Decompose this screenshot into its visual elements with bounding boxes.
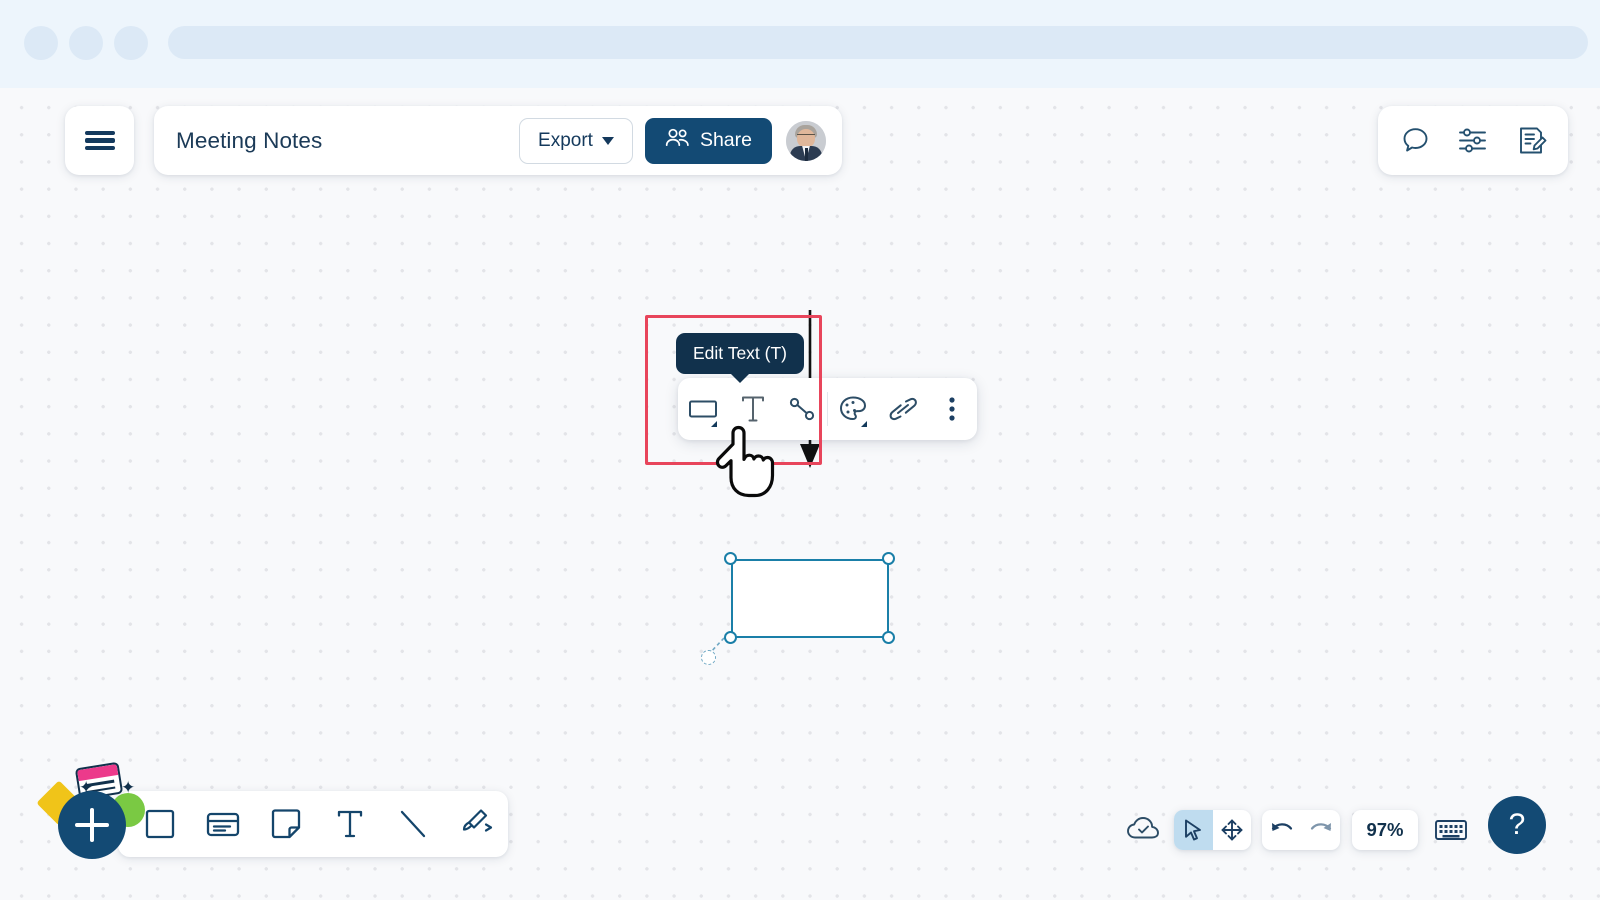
right-tool-panel xyxy=(1378,106,1568,175)
redo-icon[interactable] xyxy=(1301,810,1340,850)
create-toolbar xyxy=(118,791,508,857)
app-root: Meeting Notes Export Share Edit Text (T)… xyxy=(0,0,1600,900)
selected-rectangle[interactable] xyxy=(731,559,889,638)
pointer-mode-group xyxy=(1174,810,1251,850)
tooltip: Edit Text (T) xyxy=(676,333,805,374)
share-label: Share xyxy=(699,129,752,151)
sliders-icon[interactable] xyxy=(1453,121,1493,161)
palette-dropdown-caret-icon xyxy=(860,421,867,427)
shape-icon[interactable] xyxy=(678,378,728,440)
sticky-note-tool-icon[interactable] xyxy=(255,791,318,857)
cloud-saved-icon[interactable] xyxy=(1122,808,1164,850)
export-label: Export xyxy=(538,129,593,151)
pan-move-icon[interactable] xyxy=(1213,810,1252,850)
zoom-level[interactable]: 97% xyxy=(1352,810,1418,850)
comment-icon[interactable] xyxy=(1395,121,1435,161)
hamburger-menu-icon xyxy=(84,127,115,153)
people-icon xyxy=(665,128,690,153)
resize-handle-bottom-left[interactable] xyxy=(724,631,737,644)
link-icon[interactable] xyxy=(878,378,928,440)
undo-icon[interactable] xyxy=(1262,810,1301,850)
hamburger-menu-button[interactable] xyxy=(65,106,134,175)
line-tool-icon[interactable] xyxy=(381,791,444,857)
text-icon[interactable] xyxy=(728,378,778,440)
whiteboard-canvas[interactable] xyxy=(0,88,1600,900)
context-toolbar xyxy=(678,378,977,440)
resize-handle-top-right[interactable] xyxy=(882,552,895,565)
share-button[interactable]: Share xyxy=(644,117,772,164)
chrome-dot-3 xyxy=(114,26,148,60)
help-button[interactable]: ? xyxy=(1488,796,1546,854)
add-button[interactable] xyxy=(58,791,126,859)
rotate-handle[interactable] xyxy=(701,650,716,665)
resize-handle-bottom-right[interactable] xyxy=(882,631,895,644)
avatar[interactable] xyxy=(786,120,826,161)
keyboard-shortcuts-icon[interactable] xyxy=(1430,810,1472,850)
resize-handle-top-left[interactable] xyxy=(724,552,737,565)
browser-chrome xyxy=(0,0,1600,88)
text-tool-icon[interactable] xyxy=(318,791,381,857)
connector-icon[interactable] xyxy=(777,378,827,440)
shape-dropdown-caret-icon xyxy=(710,421,717,427)
edit-document-icon[interactable] xyxy=(1511,121,1551,161)
document-header-bar: Meeting Notes Export Share xyxy=(154,106,842,175)
chrome-dot-2 xyxy=(69,26,103,60)
page-title[interactable]: Meeting Notes xyxy=(176,128,519,154)
pen-tool-icon[interactable] xyxy=(445,791,508,857)
chevron-down-icon xyxy=(601,136,614,145)
cursor-select-icon[interactable] xyxy=(1174,810,1213,850)
card-tool-icon[interactable] xyxy=(191,791,254,857)
export-button[interactable]: Export xyxy=(519,117,633,164)
decoration-star-right: ✦ xyxy=(121,778,136,797)
address-bar[interactable] xyxy=(168,26,1588,59)
chrome-dot-1 xyxy=(24,26,58,60)
more-options-icon[interactable] xyxy=(927,378,977,440)
history-group xyxy=(1262,810,1340,850)
palette-icon[interactable] xyxy=(828,378,878,440)
